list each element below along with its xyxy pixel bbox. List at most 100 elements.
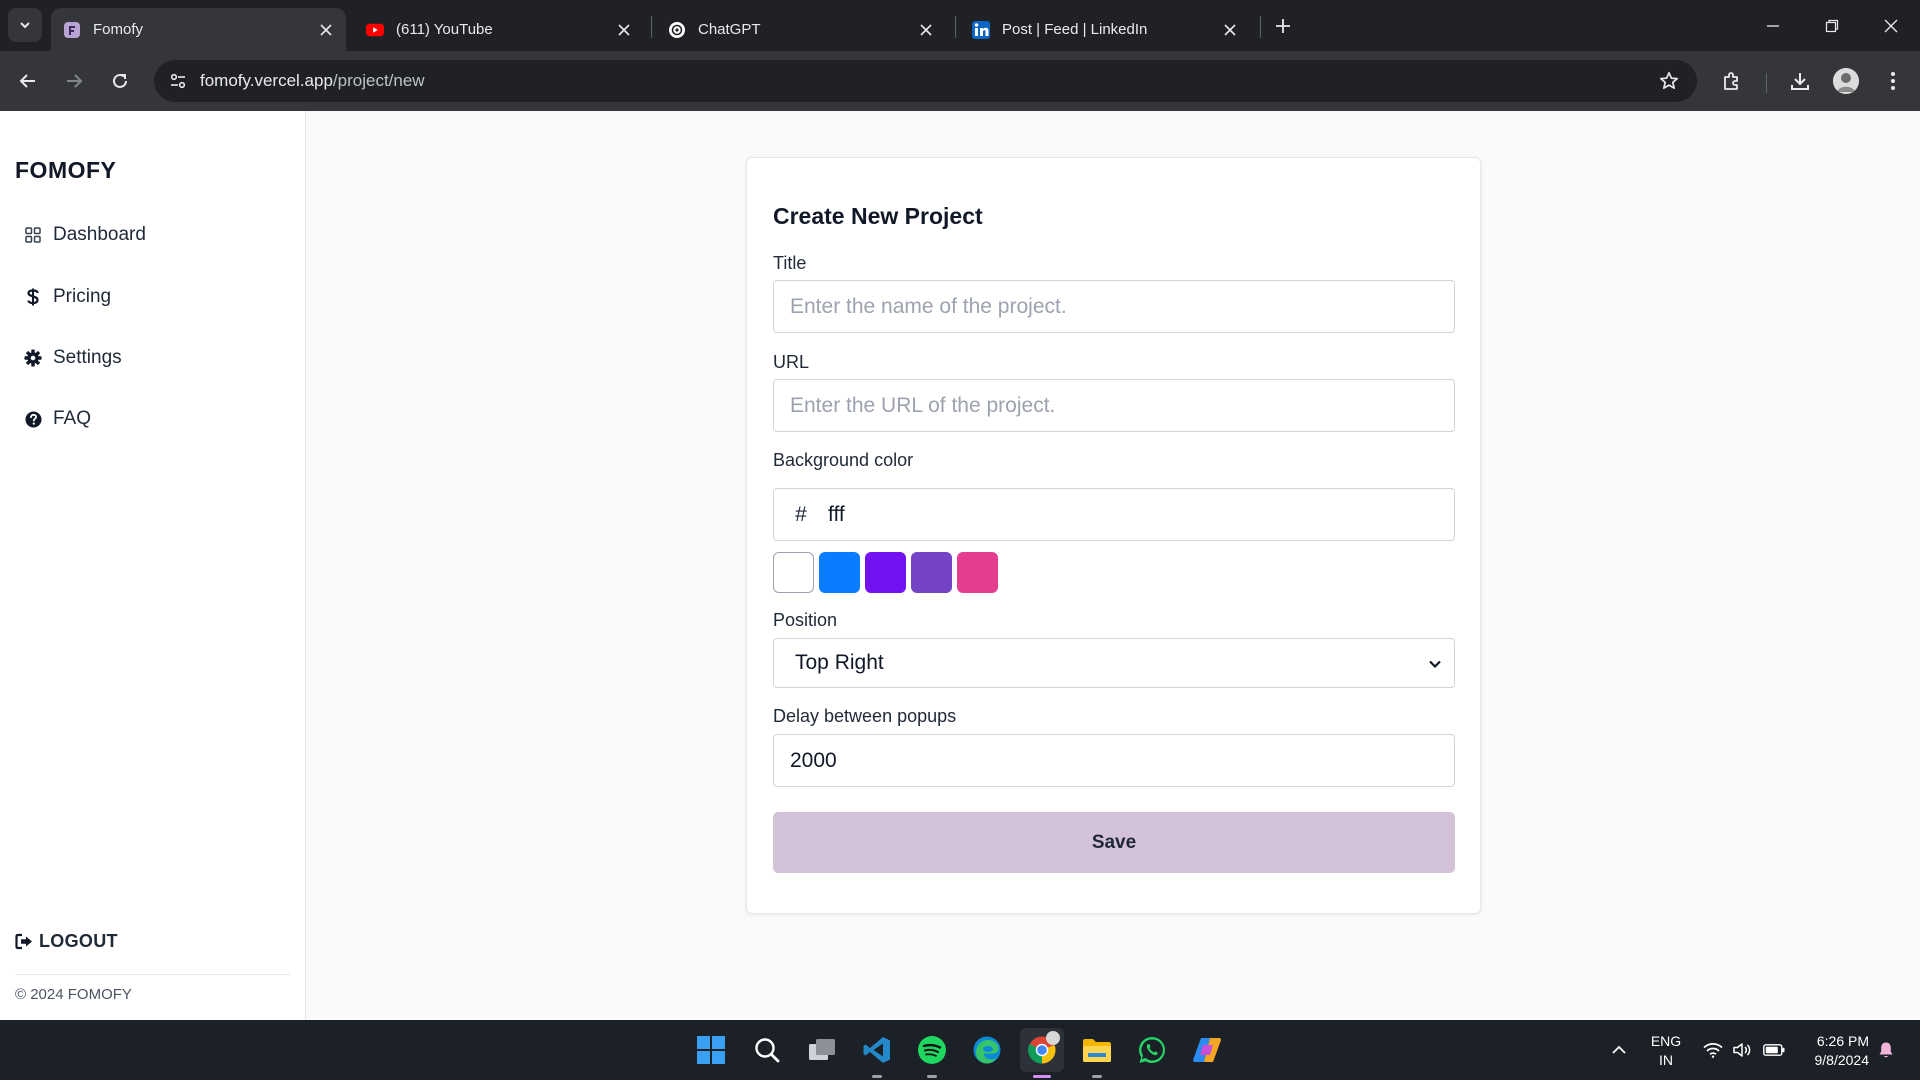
browser-menu-button[interactable] bbox=[1878, 66, 1908, 96]
search-button[interactable] bbox=[745, 1028, 789, 1072]
tab-fomofy[interactable]: Fomofy bbox=[51, 8, 346, 51]
show-hidden-icons-button[interactable] bbox=[1603, 1020, 1635, 1080]
chrome-app[interactable] bbox=[1020, 1028, 1064, 1072]
new-tab-button[interactable] bbox=[1270, 13, 1296, 39]
save-button[interactable]: Save bbox=[773, 812, 1455, 873]
logout-icon bbox=[15, 933, 34, 951]
copilot-icon bbox=[1193, 1038, 1221, 1062]
back-button[interactable] bbox=[10, 63, 46, 99]
url-input[interactable] bbox=[773, 379, 1455, 432]
language-indicator[interactable]: ENG IN bbox=[1648, 1032, 1684, 1070]
clock-time: 6:26 PM bbox=[1816, 1033, 1869, 1049]
sidebar-item-dashboard[interactable]: Dashboard bbox=[24, 218, 146, 252]
puzzle-icon bbox=[1724, 72, 1738, 90]
toolbar-separator bbox=[1766, 73, 1767, 93]
color-swatch-violet[interactable] bbox=[865, 552, 906, 593]
youtube-icon bbox=[366, 21, 384, 39]
extensions-button[interactable] bbox=[1717, 66, 1747, 96]
file-explorer-app[interactable] bbox=[1075, 1028, 1119, 1072]
hash-prefix: # bbox=[795, 502, 807, 526]
close-window-button[interactable] bbox=[1862, 0, 1920, 51]
battery-icon[interactable] bbox=[1760, 1020, 1788, 1080]
background-color-input[interactable] bbox=[828, 502, 1428, 527]
reload-icon bbox=[113, 73, 127, 88]
download-icon bbox=[1791, 73, 1809, 90]
tab-separator bbox=[651, 16, 652, 38]
sidebar-item-label: Settings bbox=[53, 347, 122, 368]
logout-button[interactable]: LOGOUT bbox=[15, 931, 118, 952]
reload-button[interactable] bbox=[102, 63, 138, 99]
close-tab-icon[interactable] bbox=[1220, 20, 1240, 40]
linkedin-icon bbox=[972, 20, 990, 39]
sidebar-item-faq[interactable]: FAQ bbox=[24, 402, 91, 436]
color-swatch-pink[interactable] bbox=[957, 552, 998, 593]
position-select[interactable]: Top Right bbox=[773, 638, 1455, 688]
downloads-button[interactable] bbox=[1785, 66, 1815, 96]
volume-icon[interactable] bbox=[1729, 1020, 1755, 1080]
tab-title: ChatGPT bbox=[698, 21, 761, 38]
site-info-icon[interactable] bbox=[162, 65, 194, 97]
title-input[interactable] bbox=[773, 280, 1455, 333]
minimize-button[interactable] bbox=[1744, 0, 1802, 51]
arrow-left-icon bbox=[19, 74, 35, 88]
chatgpt-icon bbox=[668, 21, 686, 39]
tab-separator bbox=[955, 16, 956, 38]
gear-icon bbox=[24, 349, 42, 367]
wifi-icon[interactable] bbox=[1700, 1020, 1726, 1080]
tab-linkedin[interactable]: Post | Feed | LinkedIn bbox=[960, 8, 1250, 51]
color-swatch-white[interactable] bbox=[773, 552, 814, 593]
whatsapp-app[interactable] bbox=[1130, 1028, 1174, 1072]
task-view-icon bbox=[809, 1039, 835, 1060]
app-logo[interactable]: FOMOFY bbox=[15, 157, 116, 184]
forward-button[interactable] bbox=[56, 63, 92, 99]
position-label: Position bbox=[773, 610, 838, 630]
fomofy-favicon-icon bbox=[63, 21, 81, 39]
sidebar-item-settings[interactable]: Settings bbox=[24, 341, 122, 375]
task-view-button[interactable] bbox=[800, 1028, 844, 1072]
sidebar-item-label: Pricing bbox=[53, 286, 112, 307]
background-color-label: Background color bbox=[773, 450, 914, 470]
tab-chatgpt[interactable]: ChatGPT bbox=[656, 8, 946, 51]
delay-label: Delay between popups bbox=[773, 706, 957, 726]
browser-toolbar: fomofy.vercel.app/project/new bbox=[0, 51, 1920, 111]
profile-avatar[interactable] bbox=[1833, 68, 1859, 94]
spotify-app[interactable] bbox=[910, 1028, 954, 1072]
notification-bell-icon[interactable] bbox=[1873, 1020, 1899, 1080]
copyright-text: © 2024 FOMOFY bbox=[15, 986, 132, 1003]
sidebar-divider bbox=[15, 974, 290, 975]
minimize-icon bbox=[1767, 24, 1779, 27]
address-bar[interactable]: fomofy.vercel.app/project/new bbox=[154, 60, 1697, 102]
copilot-app[interactable] bbox=[1185, 1028, 1229, 1072]
vscode-app[interactable] bbox=[855, 1028, 899, 1072]
tab-youtube[interactable]: (611) YouTube bbox=[354, 8, 644, 51]
chevron-up-icon bbox=[1612, 1045, 1626, 1054]
sidebar-item-pricing[interactable]: Pricing bbox=[24, 280, 111, 314]
system-clock[interactable]: 6:26 PM 9/8/2024 bbox=[1797, 1032, 1870, 1070]
bookmark-star-icon[interactable] bbox=[1657, 69, 1681, 93]
restore-button[interactable] bbox=[1803, 0, 1861, 51]
create-project-card: Create New Project Title URL Background … bbox=[746, 157, 1481, 914]
color-swatch-purple[interactable] bbox=[911, 552, 952, 593]
language-code: ENG bbox=[1650, 1033, 1682, 1049]
start-button[interactable] bbox=[689, 1028, 733, 1072]
edge-app[interactable] bbox=[965, 1028, 1009, 1072]
plus-icon bbox=[1276, 19, 1290, 33]
chevron-down-icon bbox=[20, 22, 30, 29]
grid-icon bbox=[24, 226, 42, 244]
title-label: Title bbox=[773, 253, 807, 273]
sidebar-item-label: FAQ bbox=[53, 408, 92, 429]
page-title: Create New Project bbox=[773, 203, 983, 229]
restore-icon bbox=[1825, 19, 1839, 32]
close-tab-icon[interactable] bbox=[916, 20, 936, 40]
tab-search-button[interactable] bbox=[8, 8, 42, 42]
color-swatch-blue[interactable] bbox=[819, 552, 860, 593]
app-running-indicator bbox=[1092, 1075, 1102, 1078]
arrow-right-icon bbox=[67, 74, 83, 88]
close-tab-icon[interactable] bbox=[614, 20, 634, 40]
tab-separator bbox=[1260, 16, 1261, 38]
delay-input[interactable] bbox=[773, 734, 1455, 787]
url-path: /project/new bbox=[332, 71, 425, 90]
close-tab-icon[interactable] bbox=[316, 20, 336, 40]
vscode-icon bbox=[863, 1037, 890, 1063]
sidebar: FOMOFY Dashboard Pricing Settings FAQ LO… bbox=[0, 111, 306, 1020]
